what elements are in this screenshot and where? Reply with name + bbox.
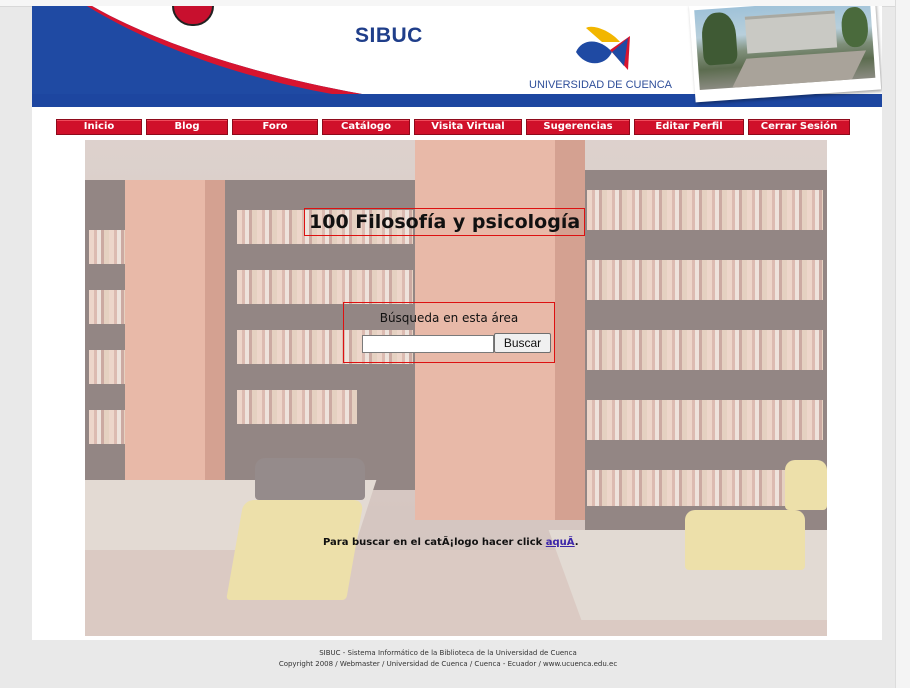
nav-item-sugerencias[interactable]: Sugerencias bbox=[526, 119, 630, 135]
nav-item-foro[interactable]: Foro bbox=[232, 119, 318, 135]
page-container: SIBUC UNIVERSIDAD DE CUENCA Inicio Blog … bbox=[32, 6, 882, 640]
main-nav: Inicio Blog Foro Catálogo Visita Virtual… bbox=[56, 119, 858, 135]
library-background: 100 Filosofía y psicología Búsqueda en e… bbox=[85, 140, 827, 636]
university-logo-icon bbox=[576, 26, 630, 70]
footer-line-1: SIBUC - Sistema Informático de la Biblio… bbox=[319, 649, 577, 657]
nav-item-catalogo[interactable]: Catálogo bbox=[322, 119, 410, 135]
search-button[interactable]: Buscar bbox=[494, 333, 551, 353]
catalog-hint-text: Para buscar en el catÃ¡logo hacer click bbox=[323, 537, 543, 548]
nav-item-blog[interactable]: Blog bbox=[146, 119, 228, 135]
nav-item-editar-perfil[interactable]: Editar Perfil bbox=[634, 119, 744, 135]
search-input[interactable] bbox=[362, 335, 494, 353]
nav-item-visita-virtual[interactable]: Visita Virtual bbox=[414, 119, 522, 135]
nav-item-inicio[interactable]: Inicio bbox=[56, 119, 142, 135]
site-footer: SIBUC - Sistema Informático de la Biblio… bbox=[0, 648, 896, 670]
scrollbar[interactable] bbox=[895, 0, 910, 688]
area-search-form: Búsqueda en esta área Buscar bbox=[343, 302, 555, 363]
footer-line-2: Copyright 2008 / Webmaster / Universidad… bbox=[278, 660, 618, 668]
university-name: UNIVERSIDAD DE CUENCA bbox=[529, 79, 673, 91]
catalog-hint: Para buscar en el catÃ¡logo hacer click … bbox=[323, 537, 579, 548]
search-label: Búsqueda en esta área bbox=[379, 311, 519, 325]
catalog-hint-suffix: . bbox=[574, 537, 579, 548]
site-title: SIBUC bbox=[355, 24, 423, 47]
page-title: 100 Filosofía y psicología bbox=[304, 208, 586, 236]
catalog-link[interactable]: aquÃ bbox=[546, 537, 575, 548]
nav-item-cerrar-sesion[interactable]: Cerrar Sesión bbox=[748, 119, 850, 135]
site-header: SIBUC UNIVERSIDAD DE CUENCA bbox=[32, 6, 882, 107]
campus-photo bbox=[688, 6, 882, 103]
